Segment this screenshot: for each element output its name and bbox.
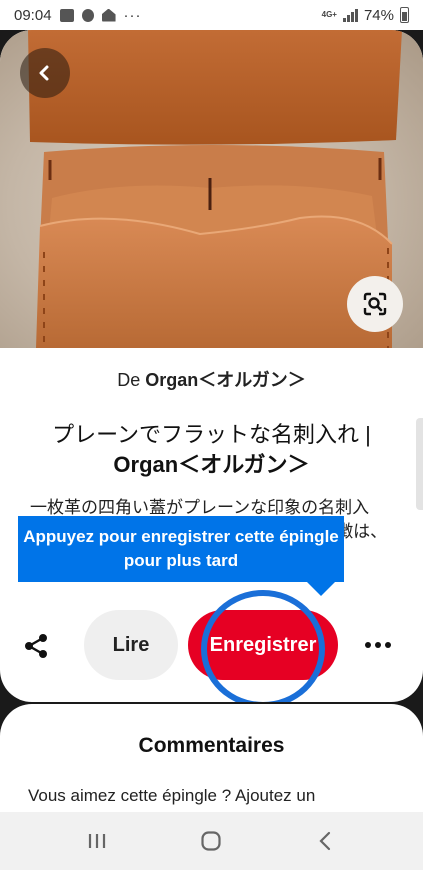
signal-icon bbox=[342, 8, 358, 22]
comments-title: Commentaires bbox=[138, 734, 285, 757]
pin-title-line1: プレーンでフラットな名刺入れ | bbox=[52, 422, 371, 447]
recents-button[interactable] bbox=[77, 821, 117, 861]
battery-icon bbox=[400, 7, 409, 23]
app-notification-icon bbox=[81, 8, 94, 22]
more-dot bbox=[365, 642, 371, 648]
system-nav-bar bbox=[0, 812, 423, 870]
tooltip-text: Appuyez pour enregistrer cette épingle p… bbox=[23, 527, 339, 570]
more-dot bbox=[375, 642, 381, 648]
status-bar: 09:04 ··· 4G+ 74% bbox=[0, 0, 423, 30]
home-button[interactable] bbox=[191, 821, 231, 861]
source-name: Organ＜オルガン＞ bbox=[145, 370, 306, 390]
visual-search-button[interactable] bbox=[347, 276, 403, 332]
more-dot bbox=[385, 642, 391, 648]
chevron-left-icon bbox=[39, 65, 49, 81]
save-tooltip[interactable]: Appuyez pour enregistrer cette épingle p… bbox=[18, 516, 344, 582]
gallery-notification-icon bbox=[59, 8, 74, 22]
recents-icon bbox=[89, 834, 106, 848]
source-prefix: De bbox=[117, 370, 146, 390]
network-type: 4G+ bbox=[321, 10, 337, 19]
visual-search-icon bbox=[363, 292, 387, 316]
pin-title-line2: Organ＜オルガン＞ bbox=[113, 452, 310, 477]
pin-image[interactable] bbox=[0, 30, 423, 348]
read-button[interactable]: Lire bbox=[84, 610, 178, 680]
home-icon bbox=[201, 831, 222, 851]
pin-title: プレーンでフラットな名刺入れ | Organ＜オルガン＞ bbox=[30, 420, 393, 480]
pin-card: De Organ＜オルガン＞ プレーンでフラットな名刺入れ | Organ＜オル… bbox=[0, 30, 423, 702]
pin-source[interactable]: De Organ＜オルガン＞ bbox=[0, 366, 423, 392]
save-button[interactable]: Enregistrer bbox=[188, 610, 338, 680]
nav-back-button[interactable] bbox=[306, 821, 346, 861]
back-icon bbox=[319, 831, 330, 851]
more-options-button[interactable] bbox=[360, 630, 396, 660]
home-notification-icon bbox=[101, 8, 116, 22]
tooltip-arrow bbox=[307, 582, 335, 596]
status-time: 09:04 bbox=[14, 6, 52, 24]
status-overflow: ··· bbox=[123, 6, 142, 24]
share-icon bbox=[25, 634, 47, 658]
scroll-handle[interactable] bbox=[416, 418, 423, 510]
share-button[interactable] bbox=[16, 626, 56, 666]
battery-percent: 74% bbox=[363, 6, 394, 24]
back-button[interactable] bbox=[20, 48, 70, 98]
comments-prompt[interactable]: Vous aimez cette épingle ? Ajoutez un bbox=[28, 786, 315, 806]
